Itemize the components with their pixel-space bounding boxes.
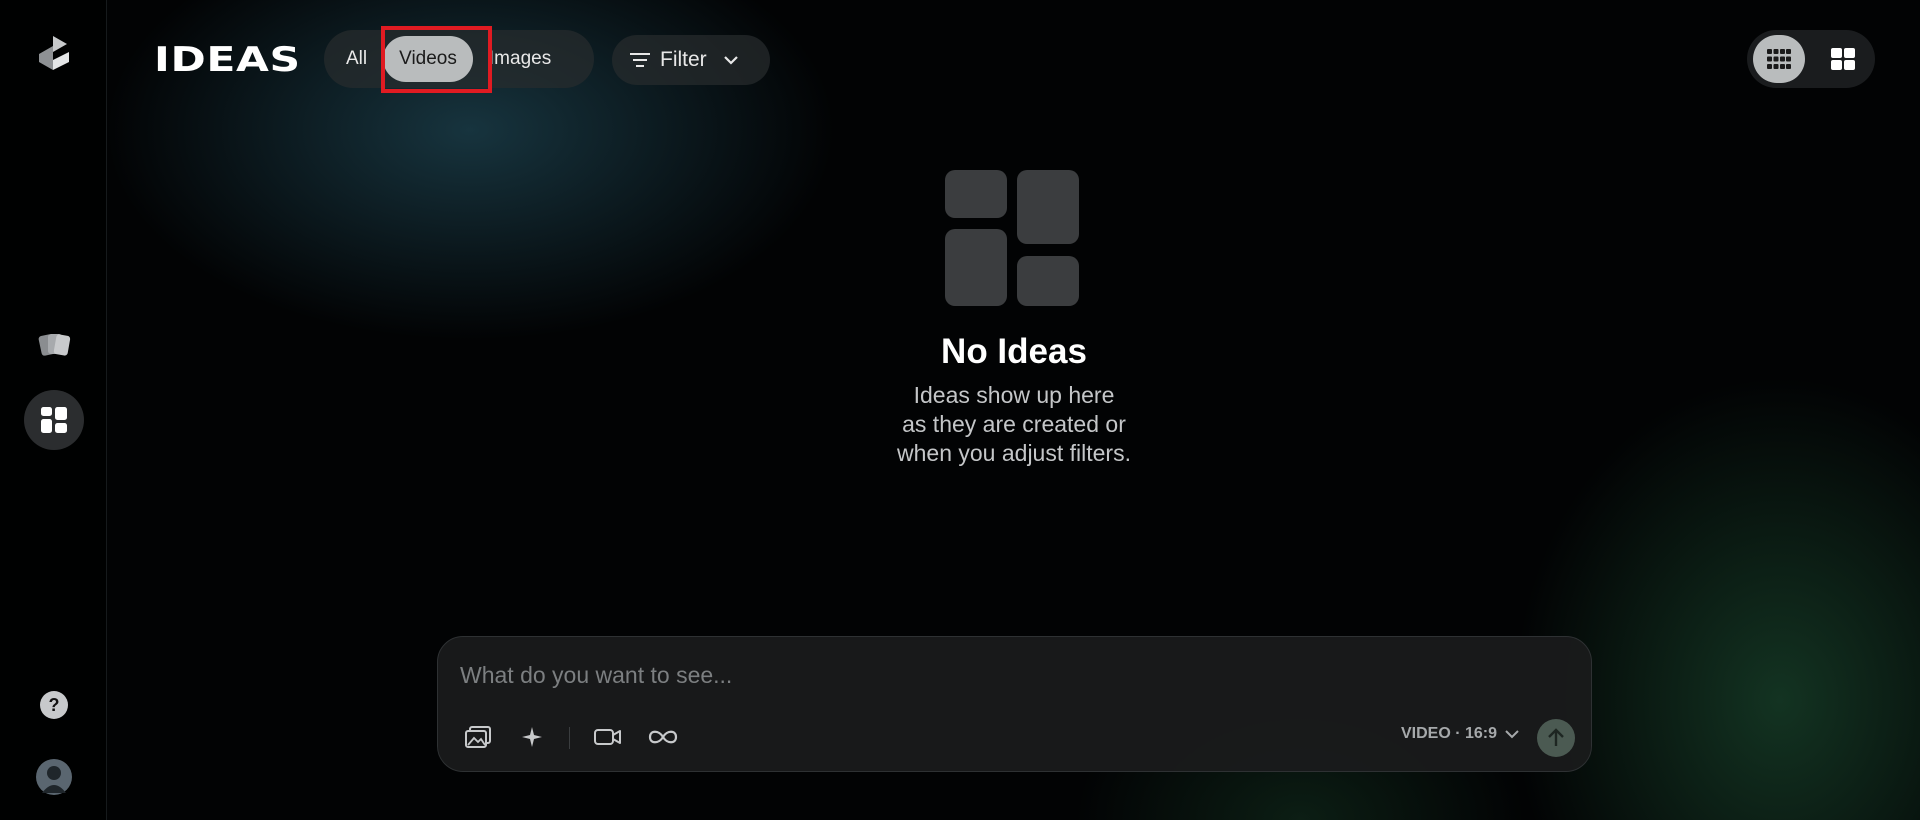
mode-label: VIDEO · 16:9 xyxy=(1400,725,1497,742)
toolbar-divider xyxy=(569,727,570,749)
highlight-box xyxy=(381,26,492,93)
svg-text:?: ? xyxy=(49,695,60,715)
empty-state-line: when you adjust filters. xyxy=(897,440,1131,466)
image-upload-icon xyxy=(465,726,491,748)
tab-all[interactable]: All xyxy=(330,36,383,82)
avatar[interactable] xyxy=(24,747,84,807)
dense-grid-icon xyxy=(1767,49,1791,69)
prompt-input[interactable] xyxy=(460,655,1560,695)
loop-button[interactable] xyxy=(645,719,681,755)
mode-selector[interactable]: VIDEO · 16:9 xyxy=(1401,725,1519,743)
empty-ideas-icon xyxy=(945,170,1079,306)
video-camera-icon xyxy=(594,729,621,745)
infinity-icon xyxy=(648,730,678,744)
filter-label: Filter xyxy=(660,48,707,71)
chevron-down-icon xyxy=(723,56,738,65)
empty-state-line: Ideas show up here xyxy=(913,382,1115,408)
dense-grid-button[interactable] xyxy=(1753,35,1805,83)
logo-icon[interactable] xyxy=(24,24,84,84)
sidebar-item-ideas[interactable] xyxy=(24,390,84,450)
chevron-down-icon xyxy=(1505,729,1519,738)
send-button[interactable] xyxy=(1537,719,1575,757)
video-mode-button[interactable] xyxy=(590,719,626,755)
empty-state-description: Ideas show up here as they are created o… xyxy=(850,381,1178,468)
help-icon: ? xyxy=(40,691,68,719)
sparkle-button[interactable] xyxy=(514,719,550,755)
page-title: IDEAS xyxy=(154,40,301,80)
filter-button[interactable]: Filter xyxy=(612,35,770,85)
large-grid-button[interactable] xyxy=(1817,35,1869,83)
ideas-grid-icon xyxy=(41,407,67,433)
prompt-box: VIDEO · 16:9 xyxy=(437,636,1592,772)
image-upload-button[interactable] xyxy=(460,719,496,755)
empty-state-title: No Ideas xyxy=(941,332,1087,371)
help-button[interactable]: ? xyxy=(24,675,84,735)
sidebar: ? xyxy=(0,0,107,820)
empty-state-line: as they are created or xyxy=(902,411,1126,437)
view-toggle xyxy=(1747,30,1875,88)
large-grid-icon xyxy=(1831,48,1855,70)
sparkle-icon xyxy=(522,727,542,747)
arrow-up-icon xyxy=(1548,728,1564,746)
filter-lines-icon xyxy=(630,53,650,67)
